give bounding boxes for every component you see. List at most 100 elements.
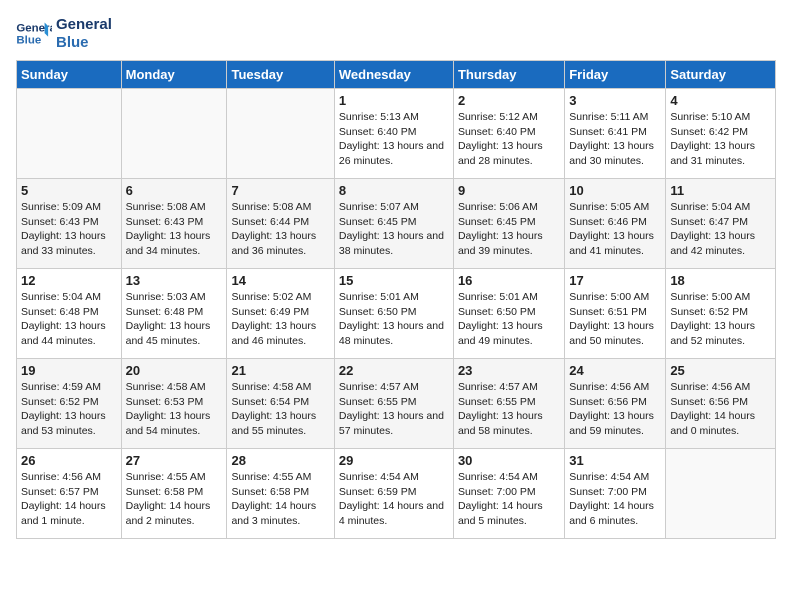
calendar-cell: 16 Sunrise: 5:01 AM Sunset: 6:50 PM Dayli… [453, 269, 564, 359]
day-number: 21 [231, 363, 329, 378]
calendar-cell: 21 Sunrise: 4:58 AM Sunset: 6:54 PM Dayli… [227, 359, 334, 449]
day-content: Sunrise: 4:56 AM Sunset: 6:57 PM Dayligh… [21, 470, 117, 529]
day-content: Sunrise: 4:58 AM Sunset: 6:54 PM Dayligh… [231, 380, 329, 439]
calendar-cell: 3 Sunrise: 5:11 AM Sunset: 6:41 PM Daylig… [565, 89, 666, 179]
calendar-cell: 19Sunrise: 4:59 AM Sunset: 6:52 PM Dayli… [17, 359, 122, 449]
day-content: Sunrise: 4:55 AM Sunset: 6:58 PM Dayligh… [231, 470, 329, 529]
calendar-table: SundayMondayTuesdayWednesdayThursdayFrid… [16, 60, 776, 539]
calendar-cell: 31Sunrise: 4:54 AM Sunset: 7:00 PM Dayli… [565, 449, 666, 539]
day-content: Sunrise: 5:01 AM Sunset: 6:50 PM Dayligh… [458, 290, 560, 349]
weekday-header: Sunday [17, 61, 122, 89]
day-content: Sunrise: 5:10 AM Sunset: 6:42 PM Dayligh… [670, 110, 771, 169]
calendar-cell: 13Sunrise: 5:03 AM Sunset: 6:48 PM Dayli… [121, 269, 227, 359]
day-content: Sunrise: 4:56 AM Sunset: 6:56 PM Dayligh… [569, 380, 661, 439]
calendar-cell [121, 89, 227, 179]
day-number: 23 [458, 363, 560, 378]
calendar-cell: 10 Sunrise: 5:05 AM Sunset: 6:46 PM Dayli… [565, 179, 666, 269]
calendar-cell: 12 Sunrise: 5:04 AM Sunset: 6:48 PM Dayli… [17, 269, 122, 359]
day-number: 3 [569, 93, 661, 108]
day-content: Sunrise: 5:07 AM Sunset: 6:45 PM Dayligh… [339, 200, 449, 259]
day-content: Sunrise: 5:04 AM Sunset: 6:48 PM Dayligh… [21, 290, 117, 349]
day-content: Sunrise: 4:55 AM Sunset: 6:58 PM Dayligh… [126, 470, 223, 529]
day-number: 28 [231, 453, 329, 468]
day-content: Sunrise: 5:00 AM Sunset: 6:52 PM Dayligh… [670, 290, 771, 349]
calendar-cell: 26 Sunrise: 4:56 AM Sunset: 6:57 PM Dayli… [17, 449, 122, 539]
calendar-cell: 18 Sunrise: 5:00 AM Sunset: 6:52 PM Dayli… [666, 269, 776, 359]
day-number: 15 [339, 273, 449, 288]
day-content: Sunrise: 5:13 AM Sunset: 6:40 PM Dayligh… [339, 110, 449, 169]
day-number: 11 [670, 183, 771, 198]
day-number: 6 [126, 183, 223, 198]
weekday-header: Monday [121, 61, 227, 89]
calendar-cell: 22Sunrise: 4:57 AM Sunset: 6:55 PM Dayli… [334, 359, 453, 449]
day-content: Sunrise: 5:11 AM Sunset: 6:41 PM Dayligh… [569, 110, 661, 169]
logo-text: General Blue [56, 16, 112, 52]
calendar-cell: 14 Sunrise: 5:02 AM Sunset: 6:49 PM Dayli… [227, 269, 334, 359]
day-number: 13 [126, 273, 223, 288]
day-number: 2 [458, 93, 560, 108]
day-number: 24 [569, 363, 661, 378]
day-content: Sunrise: 4:54 AM Sunset: 7:00 PM Dayligh… [458, 470, 560, 529]
day-content: Sunrise: 5:08 AM Sunset: 6:44 PM Dayligh… [231, 200, 329, 259]
day-number: 5 [21, 183, 117, 198]
svg-text:Blue: Blue [16, 35, 41, 47]
calendar-cell [227, 89, 334, 179]
day-number: 8 [339, 183, 449, 198]
calendar-cell: 7 Sunrise: 5:08 AM Sunset: 6:44 PM Daylig… [227, 179, 334, 269]
calendar-cell: 27 Sunrise: 4:55 AM Sunset: 6:58 PM Dayli… [121, 449, 227, 539]
day-content: Sunrise: 4:54 AM Sunset: 6:59 PM Dayligh… [339, 470, 449, 529]
calendar-cell [17, 89, 122, 179]
header: General Blue General Blue [16, 16, 776, 52]
day-number: 20 [126, 363, 223, 378]
day-number: 25 [670, 363, 771, 378]
calendar-cell: 4 Sunrise: 5:10 AM Sunset: 6:42 PM Daylig… [666, 89, 776, 179]
calendar-cell: 29 Sunrise: 4:54 AM Sunset: 6:59 PM Dayli… [334, 449, 453, 539]
day-number: 12 [21, 273, 117, 288]
day-number: 4 [670, 93, 771, 108]
day-number: 27 [126, 453, 223, 468]
day-content: Sunrise: 5:05 AM Sunset: 6:46 PM Dayligh… [569, 200, 661, 259]
calendar-cell: 11 Sunrise: 5:04 AM Sunset: 6:47 PM Dayli… [666, 179, 776, 269]
calendar-cell: 9 Sunrise: 5:06 AM Sunset: 6:45 PM Daylig… [453, 179, 564, 269]
calendar-cell: 17 Sunrise: 5:00 AM Sunset: 6:51 PM Dayli… [565, 269, 666, 359]
calendar-cell: 15 Sunrise: 5:01 AM Sunset: 6:50 PM Dayli… [334, 269, 453, 359]
day-content: Sunrise: 5:08 AM Sunset: 6:43 PM Dayligh… [126, 200, 223, 259]
day-content: Sunrise: 5:09 AM Sunset: 6:43 PM Dayligh… [21, 200, 117, 259]
day-number: 7 [231, 183, 329, 198]
day-content: Sunrise: 5:06 AM Sunset: 6:45 PM Dayligh… [458, 200, 560, 259]
day-content: Sunrise: 5:04 AM Sunset: 6:47 PM Dayligh… [670, 200, 771, 259]
day-number: 14 [231, 273, 329, 288]
day-content: Sunrise: 5:01 AM Sunset: 6:50 PM Dayligh… [339, 290, 449, 349]
calendar-cell: 1Sunrise: 5:13 AM Sunset: 6:40 PM Daylig… [334, 89, 453, 179]
day-number: 18 [670, 273, 771, 288]
calendar-cell: 5 Sunrise: 5:09 AM Sunset: 6:43 PM Daylig… [17, 179, 122, 269]
day-number: 29 [339, 453, 449, 468]
day-number: 16 [458, 273, 560, 288]
calendar-week-row: 12 Sunrise: 5:04 AM Sunset: 6:48 PM Dayli… [17, 269, 776, 359]
day-number: 31 [569, 453, 661, 468]
weekday-header: Friday [565, 61, 666, 89]
weekday-header: Tuesday [227, 61, 334, 89]
day-content: Sunrise: 4:59 AM Sunset: 6:52 PM Dayligh… [21, 380, 117, 439]
calendar-week-row: 5 Sunrise: 5:09 AM Sunset: 6:43 PM Daylig… [17, 179, 776, 269]
day-content: Sunrise: 4:57 AM Sunset: 6:55 PM Dayligh… [339, 380, 449, 439]
day-number: 26 [21, 453, 117, 468]
calendar-week-row: 1Sunrise: 5:13 AM Sunset: 6:40 PM Daylig… [17, 89, 776, 179]
calendar-cell: 23Sunrise: 4:57 AM Sunset: 6:55 PM Dayli… [453, 359, 564, 449]
weekday-header: Thursday [453, 61, 564, 89]
day-content: Sunrise: 5:00 AM Sunset: 6:51 PM Dayligh… [569, 290, 661, 349]
logo-icon: General Blue [16, 19, 52, 49]
logo: General Blue General Blue [16, 16, 112, 52]
calendar-cell: 24 Sunrise: 4:56 AM Sunset: 6:56 PM Dayli… [565, 359, 666, 449]
calendar-week-row: 19Sunrise: 4:59 AM Sunset: 6:52 PM Dayli… [17, 359, 776, 449]
calendar-cell: 20 Sunrise: 4:58 AM Sunset: 6:53 PM Dayli… [121, 359, 227, 449]
day-number: 9 [458, 183, 560, 198]
calendar-cell: 6 Sunrise: 5:08 AM Sunset: 6:43 PM Daylig… [121, 179, 227, 269]
day-content: Sunrise: 4:56 AM Sunset: 6:56 PM Dayligh… [670, 380, 771, 439]
day-content: Sunrise: 5:02 AM Sunset: 6:49 PM Dayligh… [231, 290, 329, 349]
day-content: Sunrise: 4:58 AM Sunset: 6:53 PM Dayligh… [126, 380, 223, 439]
weekday-header-row: SundayMondayTuesdayWednesdayThursdayFrid… [17, 61, 776, 89]
day-number: 10 [569, 183, 661, 198]
day-number: 17 [569, 273, 661, 288]
weekday-header: Wednesday [334, 61, 453, 89]
